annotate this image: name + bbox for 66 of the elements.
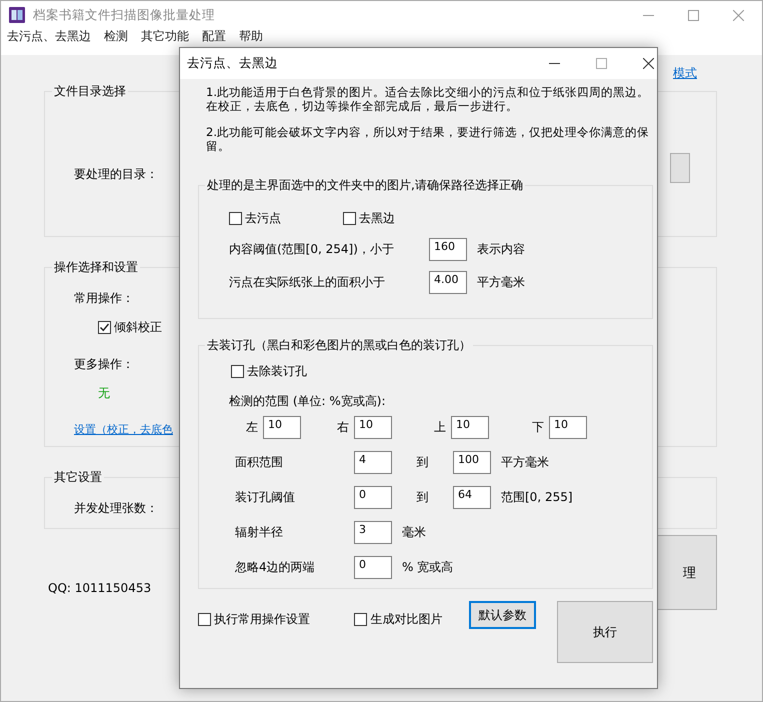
field-label: 面积范围 xyxy=(235,454,284,471)
settings-link[interactable]: 设置（校正，去底色 xyxy=(74,422,173,437)
checkbox[interactable]: 生成对比图片 xyxy=(354,611,442,628)
checkbox[interactable]: 去污点 xyxy=(229,210,281,227)
maximize-icon[interactable] xyxy=(688,10,699,20)
field-label: 并发处理张数： xyxy=(74,500,158,517)
group-title: 文件目录选择 xyxy=(53,83,127,100)
field-label: 检测的范围 (单位: %宽或高): xyxy=(229,393,386,410)
input-field[interactable]: 10 xyxy=(354,416,392,439)
input-field[interactable]: 64 xyxy=(453,486,491,509)
input-field[interactable]: 10 xyxy=(263,416,301,439)
input-field[interactable]: 10 xyxy=(549,416,587,439)
field-label: 辐射半径 xyxy=(235,524,284,541)
group-title: 操作选择和设置 xyxy=(53,259,139,276)
field-label: 更多操作： xyxy=(74,356,134,373)
field-label: 右 xyxy=(336,419,350,436)
field-label: 左 xyxy=(245,419,259,436)
input-field[interactable]: 4.00 xyxy=(429,271,467,294)
execute-button[interactable]: 执行 xyxy=(557,601,654,663)
input-field[interactable]: 4 xyxy=(354,451,392,474)
input-field[interactable]: 3 xyxy=(354,521,392,544)
group-title: 去装订孔（黑白和彩色图片的黑或白色的装订孔） xyxy=(206,337,472,354)
field-label: 装订孔阈值 xyxy=(235,489,296,506)
field-label: 到 xyxy=(416,489,430,506)
unit-label: 表示内容 xyxy=(477,241,525,258)
unit-label: % 宽或高 xyxy=(402,559,454,576)
group-title: 处理的是主界面选中的文件夹中的图片,请确保路径选择正确 xyxy=(206,177,524,194)
browse-button[interactable] xyxy=(670,152,690,182)
checkbox[interactable]: 去黑边 xyxy=(343,210,395,227)
unit-label: 平方毫米 xyxy=(501,454,549,471)
input-field[interactable]: 0 xyxy=(354,556,392,579)
qq-text: QQ: 1011150453 xyxy=(48,580,152,594)
close-icon[interactable] xyxy=(643,58,654,69)
menu-item[interactable]: 其它功能 xyxy=(141,29,189,43)
default-button[interactable]: 默认参数 xyxy=(468,601,536,629)
menu-item[interactable]: 去污点、去黑边 xyxy=(7,29,91,43)
input-field[interactable]: 0 xyxy=(354,486,392,509)
maximize-icon[interactable] xyxy=(596,58,607,69)
field-label: 要处理的目录： xyxy=(74,166,158,183)
unit-label: 毫米 xyxy=(402,524,426,541)
field-label: 常用操作： xyxy=(74,290,134,307)
unit-label: 范围[0, 255] xyxy=(501,489,573,506)
field-label: 忽略4边的两端 xyxy=(235,559,316,576)
status-text: 无 xyxy=(98,385,110,402)
window-title: 档案书籍文件扫描图像批量处理 xyxy=(33,6,215,24)
field-label: 到 xyxy=(416,454,430,471)
field-label: 污点在实际纸张上的面积小于 xyxy=(229,274,386,291)
field-label: 上 xyxy=(433,419,447,436)
menu-item[interactable]: 帮助 xyxy=(239,29,263,43)
note-text: 1.此功能适用于白色背景的图片。适合去除比交细小的污点和位于纸张四周的黑边。 在校正，去底色，切边等操作全部完成后，最后一步进行。 xyxy=(206,85,650,113)
input-field[interactable]: 100 xyxy=(453,451,491,474)
field-label: 内容阈值(范围[0, 254])，小于 xyxy=(229,241,395,258)
menu-item[interactable]: 配置 xyxy=(202,29,226,43)
input-field[interactable]: 160 xyxy=(429,238,467,261)
checkbox[interactable]: 执行常用操作设置 xyxy=(198,611,310,628)
checkbox[interactable]: 去除装订孔 xyxy=(231,363,307,380)
input-field[interactable]: 10 xyxy=(451,416,489,439)
field-label: 下 xyxy=(531,419,545,436)
app-icon xyxy=(9,7,25,23)
dialog-title: 去污点、去黑边 xyxy=(187,55,278,72)
note-text: 2.此功能可能会破坏文字内容，所以对于结果，要进行筛选，仅把处理令你满意的保 留。 xyxy=(206,125,650,153)
group-title: 其它设置 xyxy=(53,469,103,486)
unit-label: 平方毫米 xyxy=(477,274,525,291)
menu-item[interactable]: 检测 xyxy=(104,29,128,43)
checkbox[interactable]: 倾斜校正 xyxy=(98,319,162,336)
mode-link[interactable]: 模式 xyxy=(673,65,697,83)
